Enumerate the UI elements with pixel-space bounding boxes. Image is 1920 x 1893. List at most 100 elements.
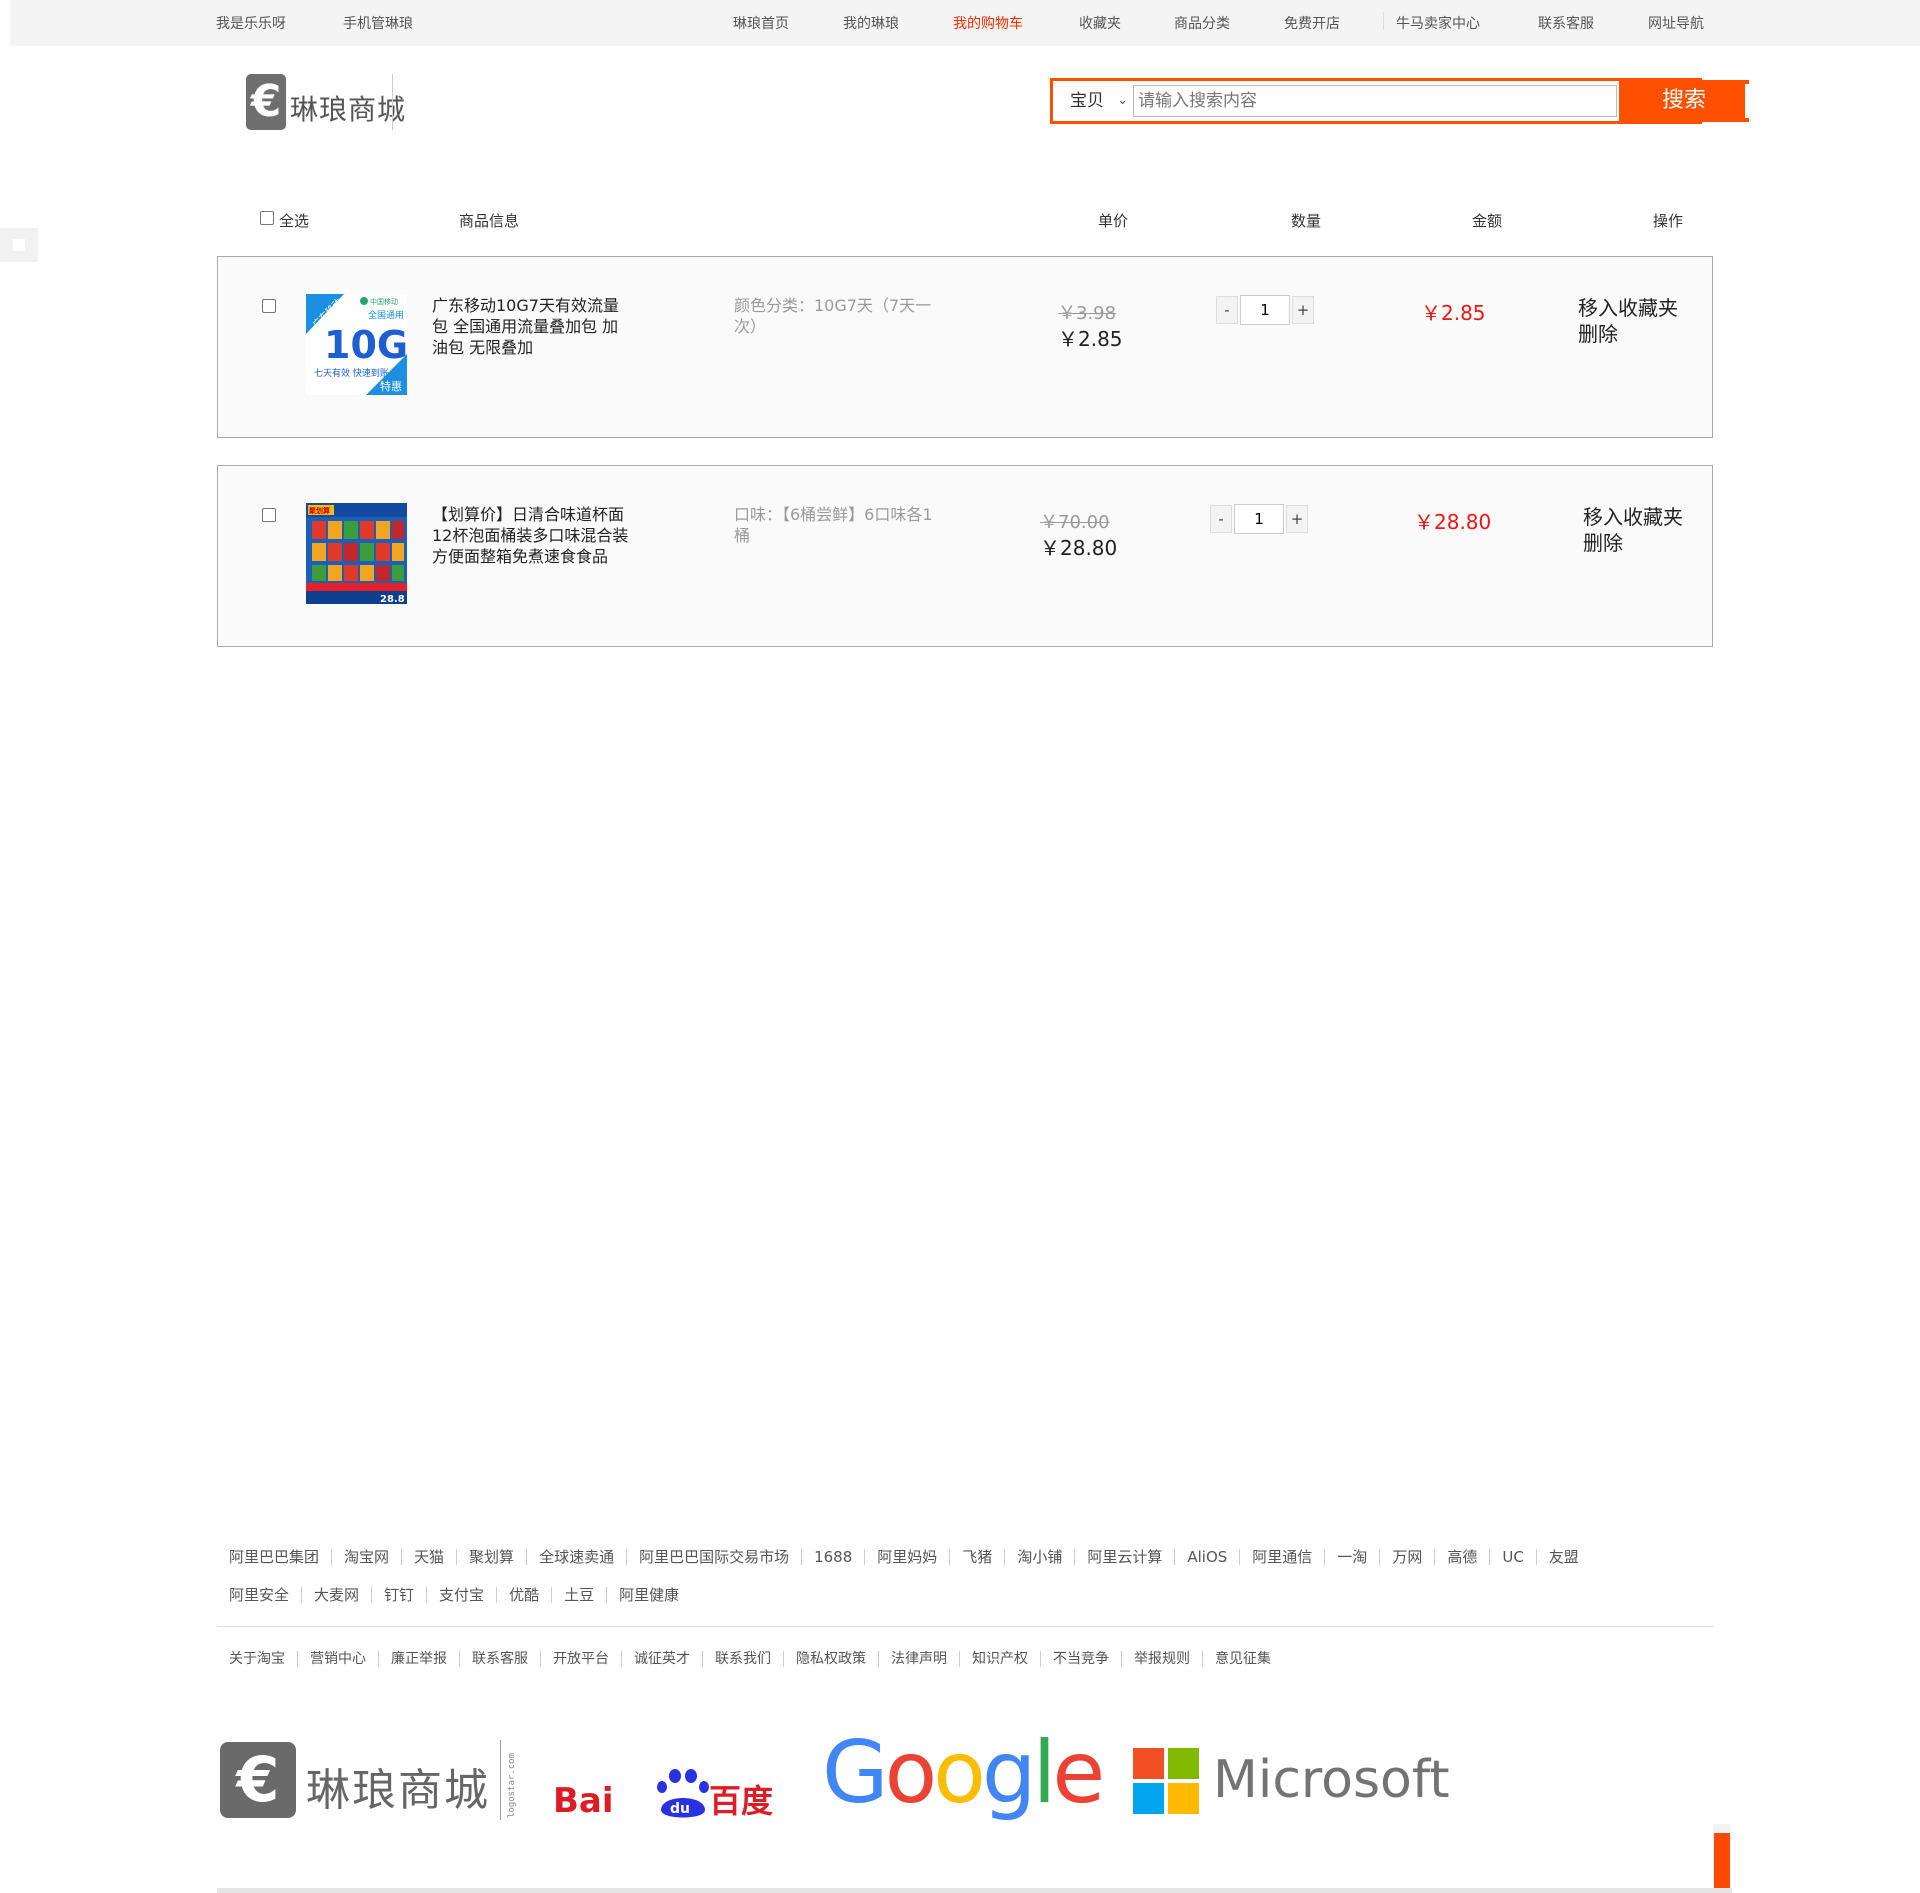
footer-link[interactable]: 阿里巴巴集团 (217, 1549, 331, 1565)
item-operations: 移入收藏夹 删除 (1583, 504, 1683, 556)
original-price: ￥3.98 (1058, 303, 1117, 324)
footer-link[interactable]: 阿里妈妈 (864, 1549, 949, 1565)
unit-price: ￥2.85 (1058, 327, 1123, 351)
footer-link[interactable]: 不当竞争 (1040, 1651, 1121, 1667)
footer-link[interactable]: 知识产权 (959, 1651, 1040, 1667)
search-button-label: 搜索 (1661, 88, 1706, 113)
footer-link[interactable]: 飞猪 (949, 1549, 1004, 1565)
product-attribute: 口味：【6桶尝鲜】6口味各1桶 (734, 505, 933, 545)
footer-link[interactable]: 阿里通信 (1239, 1549, 1324, 1565)
footer-link[interactable]: 阿里健康 (606, 1587, 691, 1603)
delete-item-link[interactable]: 删除 (1583, 530, 1683, 556)
search-button[interactable]: 搜索 (1619, 80, 1750, 122)
footer-link[interactable]: 法律声明 (878, 1651, 959, 1667)
footer-link[interactable]: 淘小铺 (1004, 1549, 1074, 1565)
select-all-label[interactable]: 全选 (279, 210, 309, 231)
footer-link[interactable]: 1688 (801, 1549, 864, 1565)
footer-link[interactable]: 阿里安全 (217, 1587, 301, 1603)
svg-text:全国通用: 全国通用 (368, 309, 404, 321)
footer-link[interactable]: 营销中心 (297, 1651, 378, 1667)
site-logo[interactable]: € 琳琅商城 (246, 74, 405, 132)
search-category-value: 宝贝 (1070, 91, 1104, 111)
top-nav-home[interactable]: 琳琅首页 (733, 13, 789, 33)
item-checkbox[interactable] (262, 299, 276, 313)
delete-item-link[interactable]: 删除 (1578, 321, 1678, 347)
bottom-bar (217, 1888, 1732, 1893)
footer-link[interactable]: 关于淘宝 (217, 1651, 297, 1667)
google-logo[interactable]: Google (822, 1730, 1142, 1830)
item-amount: ￥2.85 (1421, 301, 1486, 325)
top-nav-bar: 我是乐乐呀 手机管琳琅 琳琅首页 我的琳琅 我的购物车 收藏夹 商品分类 免费开… (10, 0, 1920, 46)
search-category-select[interactable]: 宝贝 ⌄ (1058, 85, 1132, 117)
decrease-button[interactable]: - (1216, 296, 1238, 324)
product-title[interactable]: 【划算价】日清合味道杯面12杯泡面桶装多口味混合装方便面整箱免煮速食食品 (432, 504, 632, 567)
top-nav-username[interactable]: 我是乐乐呀 (216, 13, 286, 33)
footer-link[interactable]: 支付宝 (426, 1587, 496, 1603)
search-input[interactable] (1133, 85, 1617, 117)
search-bar: 宝贝 ⌄ 搜索 (1050, 78, 1750, 124)
top-nav-customer-service[interactable]: 联系客服 (1538, 13, 1594, 33)
increase-button[interactable]: + (1292, 296, 1314, 324)
top-nav-site-map[interactable]: 网址导航 (1648, 13, 1704, 33)
top-nav-my-account[interactable]: 我的琳琅 (843, 13, 899, 33)
footer-link[interactable]: 隐私权政策 (783, 1651, 878, 1667)
footer-link[interactable]: 友盟 (1535, 1549, 1591, 1565)
footer-logo-text: 琳琅商城 (306, 1765, 490, 1816)
footer-link[interactable]: 全球速卖通 (526, 1549, 626, 1565)
footer-link[interactable]: 天猫 (401, 1549, 456, 1565)
footer-linlang-logo[interactable]: € 琳琅商城 logostar.com (218, 1740, 518, 1822)
baidu-paw-icon: du (657, 1769, 709, 1818)
increase-button[interactable]: + (1286, 505, 1308, 533)
top-nav-seller-center[interactable]: 牛马卖家中心 (1396, 13, 1480, 33)
footer-link[interactable]: 大麦网 (301, 1587, 371, 1603)
product-thumbnail[interactable]: 聚划算 28.8 (306, 503, 407, 604)
product-attribute: 颜色分类：10G7天（7天一次） (734, 296, 932, 336)
item-checkbox[interactable] (262, 508, 276, 522)
top-nav-open-shop[interactable]: 免费开店 (1284, 13, 1340, 33)
baidu-logo[interactable]: Bai du 百度 (553, 1762, 793, 1822)
top-nav-categories[interactable]: 商品分类 (1174, 13, 1230, 33)
footer-link[interactable]: 优酷 (496, 1587, 551, 1603)
floating-side-tab[interactable] (1713, 1824, 1731, 1889)
item-operations: 移入收藏夹 删除 (1578, 295, 1678, 347)
quantity-input[interactable] (1234, 504, 1284, 534)
move-to-favorites-link[interactable]: 移入收藏夹 (1583, 504, 1683, 530)
logo-text: 琳琅商城 (290, 93, 407, 126)
product-title[interactable]: 广东移动10G7天有效流量包 全国通用流量叠加包 加油包 无限叠加 (432, 295, 632, 358)
footer-link[interactable]: 诚征英才 (621, 1651, 702, 1667)
footer-link[interactable]: 举报规则 (1121, 1651, 1202, 1667)
top-nav-mobile[interactable]: 手机管琳琅 (343, 13, 413, 33)
move-to-favorites-link[interactable]: 移入收藏夹 (1578, 295, 1678, 321)
footer-link[interactable]: 开放平台 (540, 1651, 621, 1667)
footer-link[interactable]: UC (1489, 1549, 1535, 1565)
footer-link[interactable]: 土豆 (551, 1587, 606, 1603)
footer-link[interactable]: 联系客服 (459, 1651, 540, 1667)
svg-text:du: du (670, 1801, 690, 1817)
svg-text:logostar.com: logostar.com (507, 1753, 517, 1818)
select-all-checkbox[interactable] (260, 211, 274, 225)
footer-link[interactable]: 淘宝网 (331, 1549, 401, 1565)
microsoft-logo-text[interactable]: Microsoft (1213, 1750, 1450, 1810)
footer-link[interactable]: 意见征集 (1202, 1651, 1283, 1667)
footer-link[interactable]: 钉钉 (371, 1587, 426, 1603)
footer-link[interactable]: 廉正举报 (378, 1651, 459, 1667)
footer-link[interactable]: AliOS (1174, 1549, 1239, 1565)
noodle-cups-image: 聚划算 28.8 (306, 503, 407, 604)
footer-link[interactable]: 联系我们 (702, 1651, 783, 1667)
footer-link[interactable]: 聚划算 (456, 1549, 526, 1565)
footer-link[interactable]: 万网 (1379, 1549, 1434, 1565)
footer-link[interactable]: 一淘 (1324, 1549, 1379, 1565)
svg-text:10G: 10G (324, 323, 407, 367)
footer-links-row-3: 关于淘宝 营销中心 廉正举报 联系客服 开放平台 诚征英才 联系我们 隐私权政策 法律声明 知识产… (217, 1651, 1717, 1667)
footer-link[interactable]: 阿里巴巴国际交易市场 (626, 1549, 801, 1565)
top-nav-cart[interactable]: 我的购物车 (953, 13, 1023, 33)
side-float-box[interactable] (0, 228, 38, 262)
quantity-input[interactable] (1240, 295, 1290, 325)
quantity-stepper: - + (1210, 504, 1310, 534)
footer-link[interactable]: 阿里云计算 (1074, 1549, 1174, 1565)
top-nav-favorites[interactable]: 收藏夹 (1079, 13, 1121, 33)
product-thumbnail[interactable]: 广东移动 中国移动 全国通用 10G 七天有效 快速到账 特惠 (306, 294, 407, 395)
decrease-button[interactable]: - (1210, 505, 1232, 533)
footer-link[interactable]: 高德 (1434, 1549, 1489, 1565)
item-amount: ￥28.80 (1414, 510, 1492, 534)
